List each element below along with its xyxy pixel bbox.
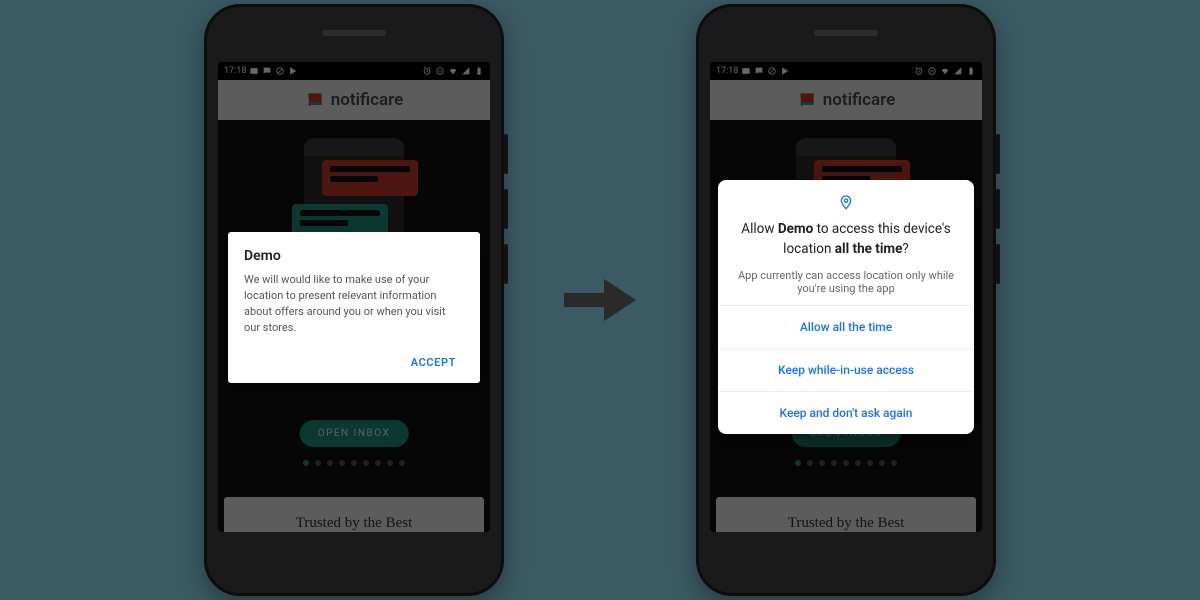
phone-right: 17:18 notificare (696, 4, 996, 596)
dialog-title: Demo (244, 248, 464, 264)
permission-dialog: Allow Demo to access this device's locat… (718, 180, 974, 434)
rationale-dialog: Demo We will would like to make use of y… (228, 232, 480, 383)
accept-button[interactable]: ACCEPT (403, 350, 464, 375)
screen: 17:18 notificare (710, 62, 982, 532)
location-pin-icon (738, 194, 954, 214)
arrow-right-icon (564, 277, 636, 323)
dialog-body: We will would like to make use of your l… (244, 272, 464, 336)
dont-ask-again-button[interactable]: Keep and don't ask again (718, 391, 974, 434)
allow-all-time-button[interactable]: Allow all the time (718, 305, 974, 348)
phone-left: 17:18 notificare (204, 4, 504, 596)
keep-while-in-use-button[interactable]: Keep while-in-use access (718, 348, 974, 391)
screen: 17:18 notificare (218, 62, 490, 532)
permission-message: Allow Demo to access this device's locat… (738, 220, 954, 259)
permission-subtext: App currently can access location only w… (738, 269, 954, 295)
